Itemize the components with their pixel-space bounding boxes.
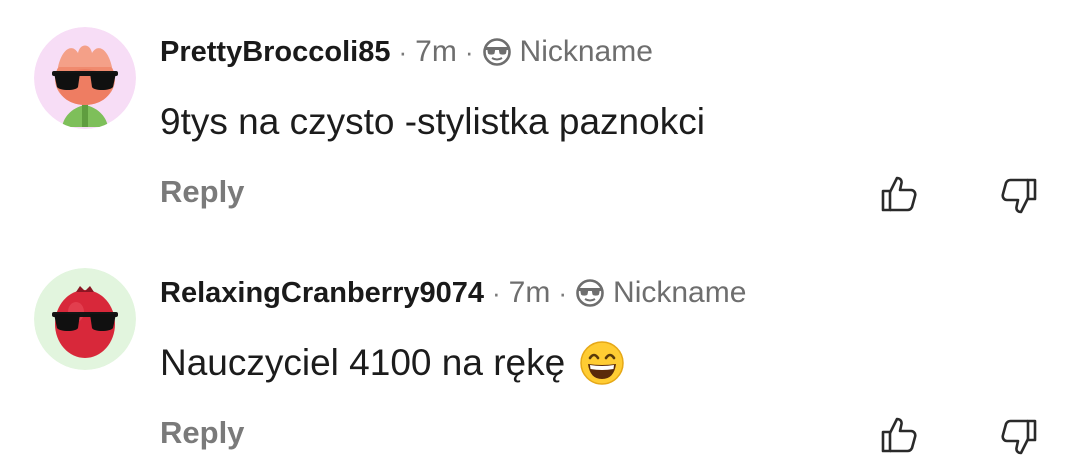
- upvote-button[interactable]: [878, 173, 920, 215]
- timestamp: 7m: [415, 35, 457, 68]
- avatar[interactable]: [34, 27, 136, 129]
- thumbs-up-icon: [881, 417, 917, 453]
- downvote-button[interactable]: [998, 416, 1040, 458]
- comment-meta: RelaxingCranberry9074 · 7m · Nickname: [160, 273, 746, 313]
- comment-text-content: Nauczyciel 4100 na rękę: [160, 342, 566, 383]
- comment-text-content: 9tys na czysto -stylistka paznokci: [160, 101, 705, 142]
- separator-dot: ·: [558, 277, 568, 308]
- nickname-badge: Nickname: [613, 276, 747, 309]
- separator-dot: ·: [464, 36, 474, 67]
- username[interactable]: PrettyBroccoli85: [160, 36, 391, 69]
- comment-text: Nauczyciel 4100 na rękę: [160, 338, 625, 388]
- sunglasses-face-icon: [575, 278, 605, 308]
- avatar[interactable]: [34, 268, 136, 370]
- thumbs-up-icon: [881, 176, 917, 212]
- grinning-squinting-face-emoji-icon: [579, 340, 625, 386]
- downvote-button[interactable]: [998, 175, 1040, 217]
- comment-meta: PrettyBroccoli85 · 7m · Nickname: [160, 32, 653, 72]
- tulip-avatar-icon: [34, 27, 136, 129]
- upvote-button[interactable]: [878, 414, 920, 456]
- reply-button[interactable]: Reply: [160, 415, 244, 451]
- username[interactable]: RelaxingCranberry9074: [160, 277, 484, 310]
- sunglasses-face-icon: [482, 37, 512, 67]
- timestamp: 7m: [508, 276, 551, 309]
- comment-text: 9tys na czysto -stylistka paznokci: [160, 98, 705, 146]
- thumbs-down-icon: [1001, 419, 1037, 455]
- thumbs-down-icon: [1001, 178, 1037, 214]
- reply-button[interactable]: Reply: [160, 174, 244, 210]
- separator-dot: ·: [398, 36, 408, 67]
- cranberry-avatar-icon: [34, 268, 136, 370]
- nickname-badge: Nickname: [519, 35, 653, 68]
- separator-dot: ·: [492, 277, 501, 308]
